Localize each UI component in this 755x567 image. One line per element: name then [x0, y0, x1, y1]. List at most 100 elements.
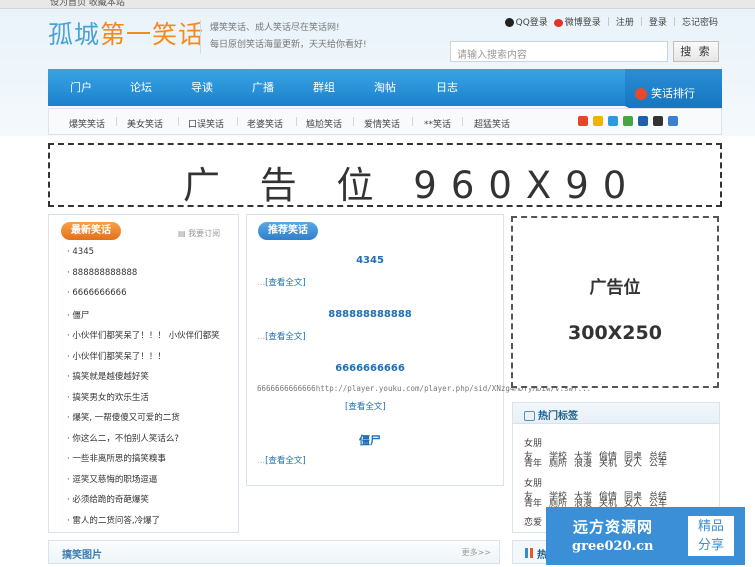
- rec-joke-snippet: 6666666666666http://player.youku.com/pla…: [257, 384, 592, 393]
- list-item[interactable]: · 搞笑就是越傻越好笑: [67, 370, 220, 391]
- account-links: QQ登录 微博登录 | 注册 | 登录 | 忘记密码: [504, 15, 718, 28]
- tag-row: 青年 厕所 浪漫 关机 女人 公车: [524, 456, 674, 469]
- divider: |: [352, 117, 356, 127]
- share-icon[interactable]: [593, 116, 603, 126]
- ad-banner-text: 广 告 位 960X90: [183, 164, 641, 207]
- joke-ranking-tab[interactable]: 笑话排行: [625, 69, 722, 111]
- list-item[interactable]: · 你这么二，不怕别人笑话么?: [67, 432, 220, 453]
- nav-item-forum[interactable]: 论坛: [130, 69, 152, 106]
- rec-joke-title[interactable]: 6666666666: [246, 363, 494, 374]
- rec-joke-title[interactable]: 888888888888: [246, 309, 494, 320]
- ad-300x250[interactable]: 广告位 300X250: [511, 216, 719, 388]
- divider: |: [639, 16, 643, 27]
- divider: |: [115, 117, 119, 127]
- tag-link[interactable]: 关机: [599, 456, 624, 469]
- tag-link[interactable]: 厕所: [549, 456, 574, 469]
- rec-joke-title[interactable]: 僵尸: [246, 432, 494, 448]
- weibo-login-link[interactable]: 微博登录: [553, 15, 601, 28]
- tag-link[interactable]: 女人: [624, 456, 649, 469]
- read-more-link[interactable]: ...[查看全文]: [257, 330, 306, 342]
- weibo-login-label: 微博登录: [564, 18, 601, 28]
- forgot-password-link[interactable]: 忘记密码: [682, 15, 718, 28]
- main-nav: 门户 论坛 导读 广播 群组 淘帖 日志: [48, 69, 722, 106]
- category-nav: 爆笑笑话 | 美女笑话 | 口误笑话 | 老婆笑话 | 尴尬笑话 | 爱情笑话 …: [48, 108, 722, 135]
- category-link[interactable]: 爆笑笑话: [69, 117, 105, 130]
- recommended-jokes-title: 推荐笑话: [258, 222, 318, 240]
- logo-accent: 第一笑话: [100, 20, 205, 49]
- category-link[interactable]: 超猛笑话: [474, 117, 510, 130]
- ad-banner-960x90[interactable]: 广 告 位 960X90: [48, 143, 722, 207]
- category-link[interactable]: 老婆笑话: [247, 117, 283, 130]
- top-strip: 设为首页 收藏本站: [0, 0, 755, 9]
- badge-line2: 分享: [697, 538, 724, 553]
- divider: |: [672, 16, 676, 27]
- qq-login-link[interactable]: QQ登录: [504, 15, 548, 28]
- read-more-link[interactable]: ...[查看全文]: [257, 276, 306, 288]
- subscribe-link[interactable]: ▤ 我要订阅: [178, 228, 220, 239]
- nav-item-guide[interactable]: 导读: [191, 69, 213, 106]
- register-link[interactable]: 注册: [616, 15, 634, 28]
- latest-jokes-list: · 4345 · 888888888888 · 6666666666 · 僵尸 …: [67, 247, 220, 534]
- list-item[interactable]: · 爆笑, 一帮傻傻又可爱的二货: [67, 411, 220, 432]
- site-logo[interactable]: 孤城第一笑话: [48, 15, 204, 51]
- rec-joke-title[interactable]: 4345: [246, 255, 494, 266]
- qq-login-label: QQ登录: [515, 18, 548, 28]
- tag-link[interactable]: 青年: [524, 456, 549, 469]
- read-more-label: [查看全文]: [265, 332, 306, 342]
- category-link[interactable]: 美女笑话: [127, 117, 163, 130]
- divider: |: [461, 117, 465, 127]
- logo-main: 孤城: [48, 20, 101, 49]
- list-item[interactable]: · 888888888888: [67, 268, 220, 289]
- list-item[interactable]: · 搞笑男女的欢乐生活: [67, 391, 220, 412]
- nav-item-portal[interactable]: 门户: [70, 69, 92, 106]
- funny-pics-header: 搞笑图片 更多>>: [48, 540, 500, 564]
- list-item[interactable]: · 4345: [67, 247, 220, 268]
- nav-item-groups[interactable]: 群组: [313, 69, 335, 106]
- logo-divider: [200, 20, 201, 54]
- category-link[interactable]: 尴尬笑话: [306, 117, 342, 130]
- hot-tags-header: 热门标签: [512, 402, 720, 424]
- tag-link[interactable]: 浪漫: [574, 456, 599, 469]
- list-item[interactable]: · 僵尸: [67, 309, 220, 330]
- ad-300-label: 广告位: [589, 278, 641, 298]
- weibo-icon: [553, 18, 563, 27]
- funny-pics-title: 搞笑图片: [62, 550, 102, 561]
- slogan-line2: 每日原创笑话海量更新，天天给你看好!: [210, 40, 367, 50]
- ellipsis: ...: [257, 332, 266, 342]
- more-link[interactable]: 更多>>: [462, 547, 491, 558]
- read-more-link[interactable]: ...[查看全文]: [257, 454, 306, 466]
- search-input[interactable]: 请输入搜索内容: [450, 41, 668, 62]
- list-item[interactable]: · 一些非离所思的搞笑糗事: [67, 452, 220, 473]
- hot-tags-title: 热门标签: [538, 411, 578, 422]
- tag-link[interactable]: 公车: [649, 456, 674, 469]
- read-more-link[interactable]: [查看全文]: [345, 400, 386, 412]
- ranking-icon: [635, 88, 647, 100]
- list-item[interactable]: · 小伙伴们都笑呆了！！！: [67, 350, 220, 371]
- category-link[interactable]: 爱情笑话: [364, 117, 400, 130]
- bar-chart-icon: [525, 548, 533, 558]
- top-strip-text[interactable]: 设为首页 收藏本站: [50, 0, 125, 8]
- login-link[interactable]: 登录: [649, 15, 667, 28]
- watermark-badge: 精品 分享: [688, 516, 734, 556]
- nav-item-broadcast[interactable]: 广播: [252, 69, 274, 106]
- badge-line1: 精品: [697, 519, 724, 534]
- share-icon[interactable]: [653, 116, 663, 126]
- share-icon[interactable]: [608, 116, 618, 126]
- qq-icon: [504, 18, 514, 27]
- list-item[interactable]: · 逗笑又慈悔的职场逗逼: [67, 473, 220, 494]
- divider: |: [295, 117, 299, 127]
- search-button[interactable]: 搜 索: [673, 41, 719, 62]
- list-item[interactable]: · 6666666666: [67, 288, 220, 309]
- share-icon[interactable]: [668, 116, 678, 126]
- list-item[interactable]: · 小伙伴们都笑呆了！！！ 小伙伴们都笑: [67, 329, 220, 350]
- category-link[interactable]: 口误笑话: [188, 117, 224, 130]
- share-icon[interactable]: [623, 116, 633, 126]
- share-icon[interactable]: [578, 116, 588, 126]
- nav-item-blog[interactable]: 日志: [436, 69, 458, 106]
- divider: |: [606, 16, 610, 27]
- list-item[interactable]: · 雷人的二货问答,冷爆了: [67, 514, 220, 535]
- nav-item-collections[interactable]: 淘帖: [374, 69, 396, 106]
- share-icon[interactable]: [638, 116, 648, 126]
- list-item[interactable]: · 必须给跪的奇葩爆笑: [67, 493, 220, 514]
- category-link[interactable]: **笑话: [424, 117, 451, 130]
